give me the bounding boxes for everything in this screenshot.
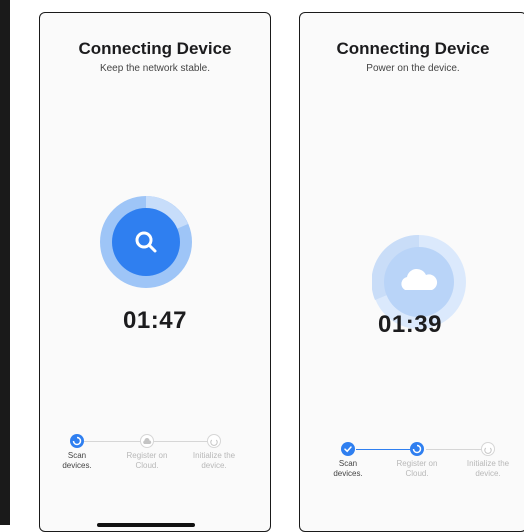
page-subtitle: Power on the device.	[366, 63, 460, 74]
phone-screen-register: Connecting Device Power on the device. 0…	[299, 12, 524, 532]
step-connector-complete	[356, 449, 416, 450]
step-3-label: Initialize the device.	[466, 459, 510, 478]
step-2-indicator	[140, 434, 154, 448]
step-3-indicator	[481, 442, 495, 456]
progress-stepper: Scan devices. Register on Cloud. Initial…	[40, 433, 270, 503]
progress-stepper: Scan devices. Register on Cloud. Initial…	[300, 441, 524, 511]
cloud-icon	[143, 438, 152, 444]
spinner-icon	[412, 444, 422, 454]
step-1-indicator	[70, 434, 84, 448]
power-icon	[210, 439, 218, 446]
phone-screen-scan: Connecting Device Keep the network stabl…	[39, 12, 271, 532]
left-edge-bar	[0, 0, 10, 525]
power-icon	[484, 447, 492, 454]
scan-progress-ring	[100, 196, 192, 288]
step-1-indicator	[341, 442, 355, 456]
step-2-label: Register on Cloud.	[396, 459, 438, 478]
countdown-timer: 01:47	[123, 307, 187, 334]
step-1-label: Scan devices.	[333, 459, 363, 478]
step-3-label: Initialize the device.	[192, 451, 236, 470]
check-icon	[344, 446, 352, 453]
spinner-icon	[72, 436, 82, 446]
home-indicator	[97, 523, 195, 527]
step-1-label: Scan devices.	[62, 451, 92, 470]
page-subtitle: Keep the network stable.	[99, 63, 211, 74]
step-connector-pending	[426, 449, 482, 450]
page-title: Connecting Device	[78, 39, 232, 58]
step-3-indicator	[207, 434, 221, 448]
countdown-timer: 01:39	[378, 311, 442, 338]
page-title: Connecting Device	[336, 39, 490, 58]
step-2-indicator	[410, 442, 424, 456]
